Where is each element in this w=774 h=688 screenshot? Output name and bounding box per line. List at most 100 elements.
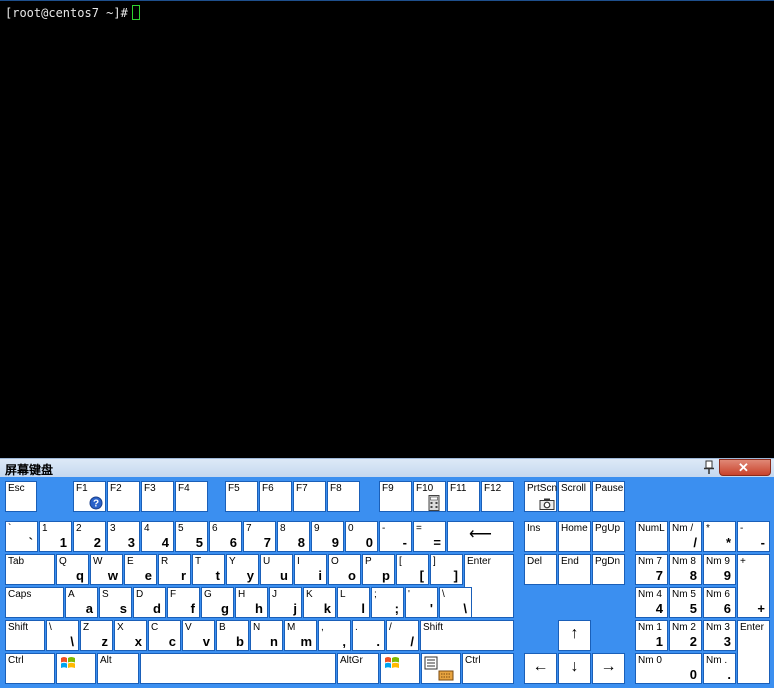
key-npsub[interactable]: -- xyxy=(737,521,770,552)
key-np7[interactable]: Nm 77 xyxy=(635,554,668,585)
key-lwin[interactable] xyxy=(56,653,96,684)
key-backtick[interactable]: ` ` xyxy=(5,521,38,552)
key-altgr[interactable]: AltGr xyxy=(337,653,379,684)
key-equals[interactable]: = = xyxy=(413,521,446,552)
key-f6[interactable]: F6 xyxy=(259,481,292,512)
key-p[interactable]: Pp xyxy=(362,554,395,585)
key-backspace[interactable]: ⟵ xyxy=(447,521,514,552)
key-d6[interactable]: 66 xyxy=(209,521,242,552)
key-bslash[interactable]: \ \ xyxy=(439,587,472,618)
key-tab[interactable]: Tab xyxy=(5,554,55,585)
key-npdot[interactable]: Nm .. xyxy=(703,653,736,684)
key-np3[interactable]: Nm 33 xyxy=(703,620,736,651)
key-np9[interactable]: Nm 99 xyxy=(703,554,736,585)
key-i[interactable]: Ii xyxy=(294,554,327,585)
key-caps[interactable]: Caps xyxy=(5,587,64,618)
key-g[interactable]: Gg xyxy=(201,587,234,618)
key-d3[interactable]: 33 xyxy=(107,521,140,552)
key-f5[interactable]: F5 xyxy=(225,481,258,512)
key-period[interactable]: .. xyxy=(352,620,385,651)
key-f11[interactable]: F11 xyxy=(447,481,480,512)
key-scroll[interactable]: Scroll xyxy=(558,481,591,512)
key-f9[interactable]: F9 xyxy=(379,481,412,512)
key-f[interactable]: Ff xyxy=(167,587,200,618)
key-lshift[interactable]: Shift xyxy=(5,620,45,651)
key-np4[interactable]: Nm 44 xyxy=(635,587,668,618)
key-r[interactable]: Rr xyxy=(158,554,191,585)
key-semi[interactable]: ;; xyxy=(371,587,404,618)
key-quote[interactable]: ' ' xyxy=(405,587,438,618)
key-f4[interactable]: F4 xyxy=(175,481,208,512)
key-f3[interactable]: F3 xyxy=(141,481,174,512)
key-d7[interactable]: 77 xyxy=(243,521,276,552)
key-lctrl[interactable]: Ctrl xyxy=(5,653,55,684)
key-j[interactable]: Jj xyxy=(269,587,302,618)
key-x[interactable]: Xx xyxy=(114,620,147,651)
key-home[interactable]: Home xyxy=(558,521,591,552)
key-d8[interactable]: 88 xyxy=(277,521,310,552)
key-rctrl[interactable]: Ctrl xyxy=(462,653,514,684)
key-pgdn[interactable]: PgDn xyxy=(592,554,625,585)
terminal-window[interactable]: [root@centos7 ~]# xyxy=(0,0,774,458)
key-npmul[interactable]: * * xyxy=(703,521,736,552)
key-l[interactable]: Ll xyxy=(337,587,370,618)
key-rbr[interactable]: ]] xyxy=(430,554,463,585)
key-d[interactable]: Dd xyxy=(133,587,166,618)
key-npdiv[interactable]: Nm / / xyxy=(669,521,702,552)
key-esc[interactable]: Esc xyxy=(5,481,37,512)
on-screen-keyboard-titlebar[interactable]: 屏幕键盘 ✕ xyxy=(0,458,774,477)
key-np6[interactable]: Nm 66 xyxy=(703,587,736,618)
key-lbr[interactable]: [[ xyxy=(396,554,429,585)
key-f8[interactable]: F8 xyxy=(327,481,360,512)
key-bk[interactable]: Bb xyxy=(216,620,249,651)
key-d5[interactable]: 55 xyxy=(175,521,208,552)
key-del[interactable]: Del xyxy=(524,554,557,585)
key-minus[interactable]: -- xyxy=(379,521,412,552)
key-d9[interactable]: 99 xyxy=(311,521,344,552)
key-pause[interactable]: Pause xyxy=(592,481,625,512)
pin-icon[interactable] xyxy=(702,460,716,475)
key-np5[interactable]: Nm 55 xyxy=(669,587,702,618)
key-rwin[interactable] xyxy=(380,653,420,684)
key-u[interactable]: Uu xyxy=(260,554,293,585)
key-lalt[interactable]: Alt xyxy=(97,653,139,684)
key-y[interactable]: Yy xyxy=(226,554,259,585)
key-d4[interactable]: 44 xyxy=(141,521,174,552)
key-npenter[interactable]: Enter xyxy=(737,620,770,684)
key-f1[interactable]: F1? xyxy=(73,481,106,512)
key-rshift[interactable]: Shift xyxy=(420,620,514,651)
key-v[interactable]: Vv xyxy=(182,620,215,651)
key-ins[interactable]: Ins xyxy=(524,521,557,552)
key-d2[interactable]: 22 xyxy=(73,521,106,552)
key-np8[interactable]: Nm 88 xyxy=(669,554,702,585)
key-f7[interactable]: F7 xyxy=(293,481,326,512)
key-right[interactable]: → xyxy=(592,653,625,684)
key-tk[interactable]: Tt xyxy=(192,554,225,585)
key-a[interactable]: Aa xyxy=(65,587,98,618)
key-q[interactable]: Qq xyxy=(56,554,89,585)
key-up[interactable]: ↑ xyxy=(558,620,591,651)
key-o[interactable]: Oo xyxy=(328,554,361,585)
key-numlock[interactable]: NumL xyxy=(635,521,668,552)
key-c[interactable]: Cc xyxy=(148,620,181,651)
key-z[interactable]: Zz xyxy=(80,620,113,651)
key-np2[interactable]: Nm 22 xyxy=(669,620,702,651)
key-down[interactable]: ↓ xyxy=(558,653,591,684)
close-button[interactable]: ✕ xyxy=(719,459,771,476)
key-w[interactable]: Ww xyxy=(90,554,123,585)
key-h[interactable]: Hh xyxy=(235,587,268,618)
key-space[interactable] xyxy=(140,653,336,684)
key-s[interactable]: Ss xyxy=(99,587,132,618)
key-f10[interactable]: F10 xyxy=(413,481,446,512)
key-left[interactable]: ← xyxy=(524,653,557,684)
key-npadd[interactable]: + + xyxy=(737,554,770,618)
key-k[interactable]: Kk xyxy=(303,587,336,618)
key-d0[interactable]: 00 xyxy=(345,521,378,552)
key-m[interactable]: Mm xyxy=(284,620,317,651)
key-n[interactable]: Nn xyxy=(250,620,283,651)
key-e[interactable]: Ee xyxy=(124,554,157,585)
key-prtsc[interactable]: PrtScn xyxy=(524,481,557,512)
key-f12[interactable]: F12 xyxy=(481,481,514,512)
key-np0[interactable]: Nm 0 0 xyxy=(635,653,702,684)
key-f2[interactable]: F2 xyxy=(107,481,140,512)
